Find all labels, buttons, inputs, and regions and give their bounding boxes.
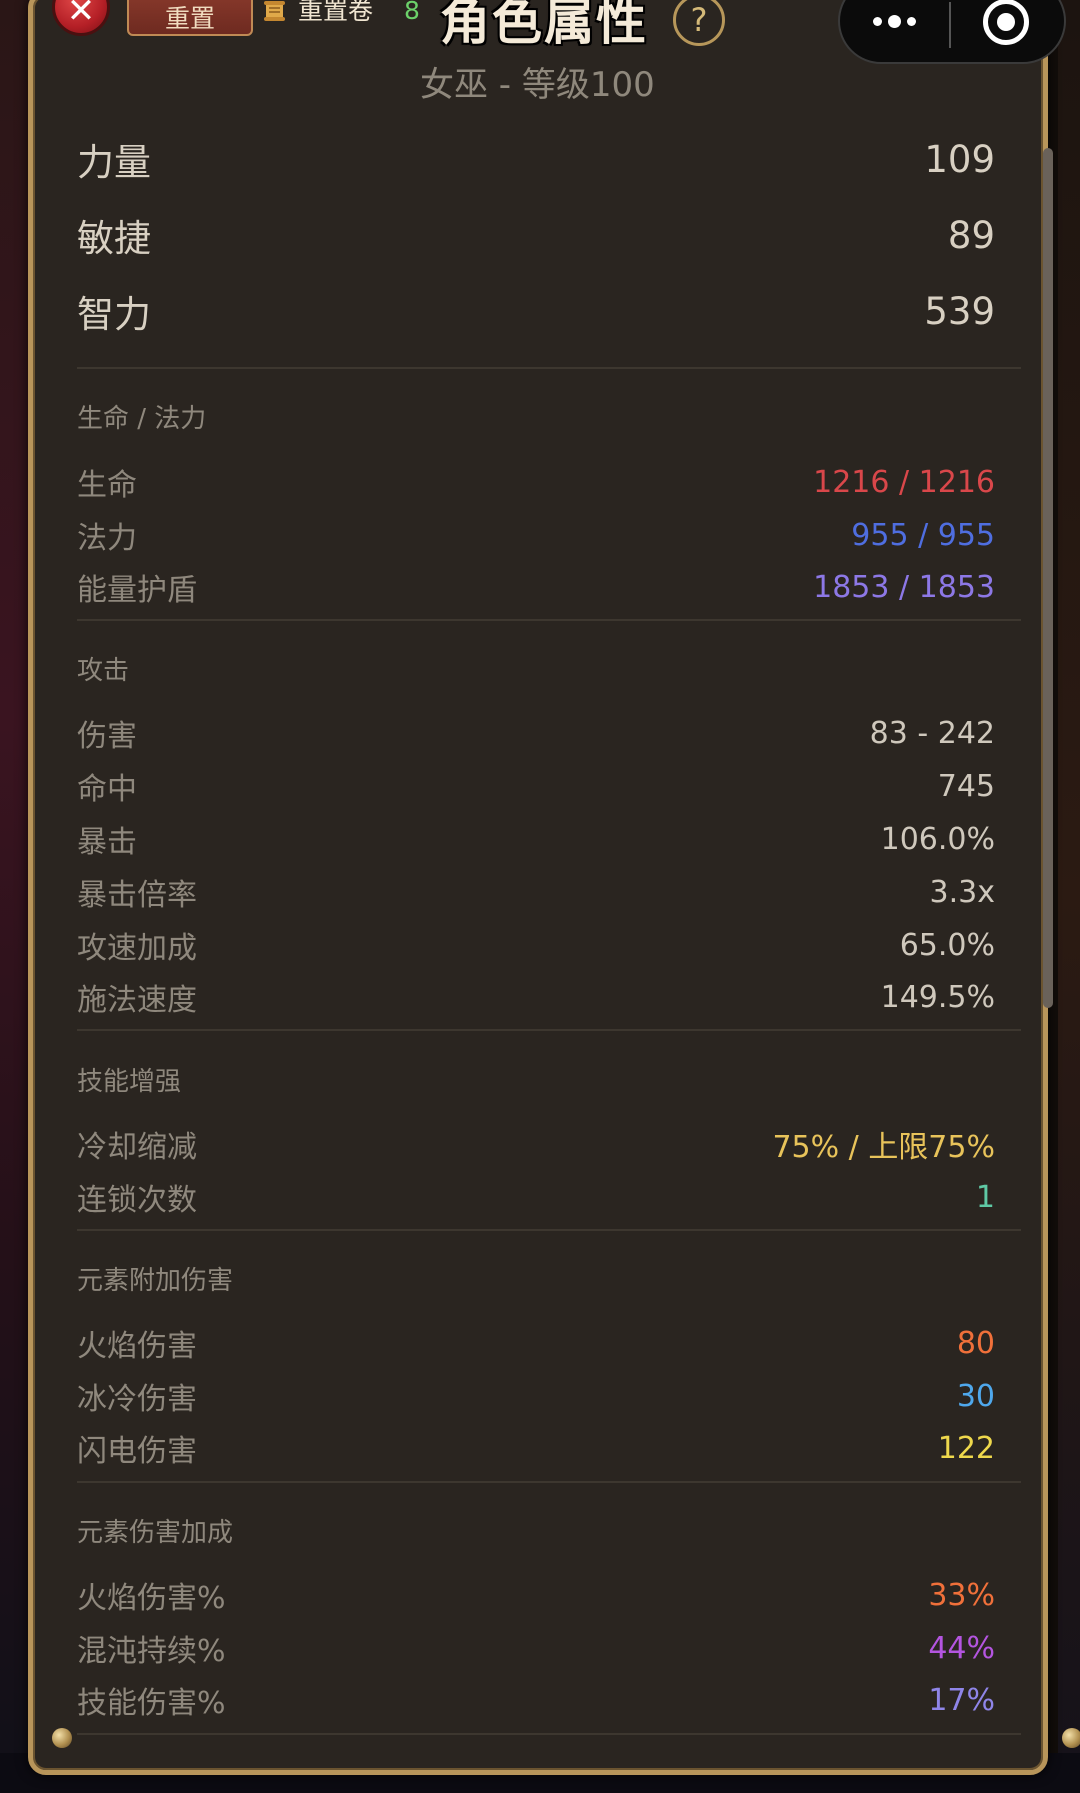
section-divider — [77, 367, 1021, 369]
stat-row-energy-shield: 能量护盾 1853 / 1853 — [77, 565, 995, 609]
background-left-art — [0, 0, 30, 1793]
section-title-attack: 攻击 — [77, 656, 130, 686]
section-divider — [77, 619, 1021, 621]
section-title-element-bonus: 元素伤害加成 — [77, 1518, 234, 1548]
background-right-art — [1058, 0, 1080, 1793]
stat-row-lightning-damage: 闪电伤害 122 — [77, 1426, 995, 1470]
stat-label: 暴击倍率 — [77, 878, 197, 913]
attribute-row-dexterity: 敏捷 89 — [77, 208, 995, 262]
section-divider — [77, 1029, 1021, 1031]
attribute-label: 力量 — [77, 141, 151, 184]
reset-button[interactable]: 重置 — [127, 0, 253, 36]
stat-value: 83 - 242 — [869, 715, 995, 751]
stat-value: 17% — [928, 1682, 995, 1718]
stat-row-fire-damage-percent: 火焰伤害% 33% — [77, 1573, 995, 1617]
stat-value: 955 / 955 — [851, 517, 995, 553]
capsule-divider — [949, 2, 951, 48]
stat-row-mana: 法力 955 / 955 — [77, 513, 995, 557]
stat-value: 30 — [956, 1378, 995, 1414]
section-divider — [77, 1229, 1021, 1231]
stat-row-critical: 暴击 106.0% — [77, 817, 995, 861]
stat-row-cooldown: 冷却缩减 75% / 上限75% — [77, 1122, 995, 1166]
reset-button-label: 重置 — [164, 4, 215, 33]
stat-row-critical-multiplier: 暴击倍率 3.3x — [77, 870, 995, 914]
stat-label: 施法速度 — [77, 983, 197, 1018]
stat-label: 生命 — [77, 468, 137, 503]
panel-stud-icon — [1062, 1728, 1080, 1748]
stat-value: 106.0% — [880, 821, 995, 857]
stat-row-damage: 伤害 83 - 242 — [77, 711, 995, 755]
stat-value: 745 — [937, 768, 995, 804]
section-title-life-mana: 生命 / 法力 — [77, 404, 207, 434]
stat-value: 3.3x — [929, 874, 995, 910]
reset-scroll-count: 8 — [404, 0, 420, 25]
stat-value: 44% — [928, 1630, 995, 1666]
attribute-label: 敏捷 — [77, 217, 151, 260]
scroll-icon — [264, 1, 285, 21]
stat-row-life: 生命 1216 / 1216 — [77, 460, 995, 504]
section-title-skill: 技能增强 — [77, 1067, 182, 1097]
section-divider — [77, 1733, 1021, 1735]
stat-value: 80 — [956, 1325, 995, 1361]
stat-value: 1216 / 1216 — [813, 464, 995, 500]
more-options-icon[interactable] — [866, 6, 922, 36]
stat-value: 75% / 上限75% — [772, 1130, 995, 1165]
stat-value: 33% — [928, 1577, 995, 1613]
stat-row-attack-speed: 攻速加成 65.0% — [77, 923, 995, 967]
character-class-level: 女巫 - 等级100 — [420, 65, 655, 105]
scrollbar[interactable] — [1043, 148, 1053, 1008]
stat-label: 能量护盾 — [77, 573, 197, 608]
stat-row-cast-speed: 施法速度 149.5% — [77, 975, 995, 1019]
stat-label: 连锁次数 — [77, 1183, 197, 1218]
page-title: 角色属性 — [440, 0, 648, 51]
reset-scroll-label: 重置卷 — [298, 0, 374, 25]
stat-value: 1 — [975, 1179, 995, 1215]
panel-stud-icon — [52, 1728, 72, 1748]
attribute-label: 智力 — [77, 293, 151, 336]
stat-row-chain-count: 连锁次数 1 — [77, 1175, 995, 1219]
stat-label: 暴击 — [77, 825, 137, 860]
stat-row-fire-damage: 火焰伤害 80 — [77, 1321, 995, 1365]
attribute-value: 109 — [924, 137, 995, 181]
stat-label: 火焰伤害% — [77, 1581, 226, 1616]
stat-label: 攻速加成 — [77, 931, 197, 966]
stat-label: 冰冷伤害 — [77, 1382, 197, 1417]
stat-row-accuracy: 命中 745 — [77, 764, 995, 808]
stat-label: 火焰伤害 — [77, 1329, 197, 1364]
stat-label: 技能伤害% — [77, 1686, 226, 1721]
stat-label: 冷却缩减 — [77, 1130, 197, 1165]
stat-label: 命中 — [77, 772, 137, 807]
stat-label: 伤害 — [77, 719, 137, 754]
stat-label: 法力 — [77, 521, 137, 556]
attribute-value: 89 — [947, 213, 995, 257]
stat-label: 闪电伤害 — [77, 1434, 197, 1469]
stat-row-skill-damage-percent: 技能伤害% 17% — [77, 1678, 995, 1722]
attribute-row-strength: 力量 109 — [77, 132, 995, 186]
attribute-value: 539 — [924, 289, 995, 333]
attribute-row-intelligence: 智力 539 — [77, 284, 995, 338]
stat-label: 混沌持续% — [77, 1634, 226, 1669]
exit-miniprogram-icon[interactable] — [983, 0, 1029, 45]
stat-value: 122 — [937, 1430, 995, 1466]
stat-row-chaos-duration-percent: 混沌持续% 44% — [77, 1626, 995, 1670]
section-divider — [77, 1481, 1021, 1483]
stat-value: 1853 / 1853 — [813, 569, 995, 605]
stat-value: 65.0% — [899, 927, 995, 963]
question-mark-icon: ? — [690, 1, 708, 39]
section-title-element-added: 元素附加伤害 — [77, 1266, 234, 1296]
close-icon: ✕ — [66, 0, 96, 31]
stat-row-cold-damage: 冰冷伤害 30 — [77, 1374, 995, 1418]
stat-value: 149.5% — [880, 979, 995, 1015]
